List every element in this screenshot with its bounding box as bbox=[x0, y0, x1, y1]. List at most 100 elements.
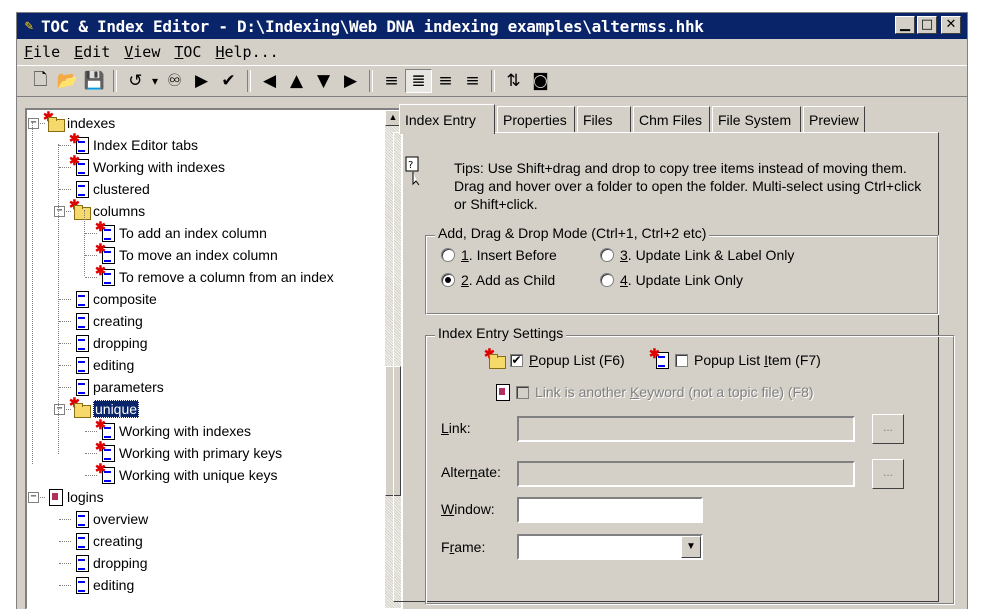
link-keyword-checkbox: Link is another Keyword (not a topic fil… bbox=[494, 383, 814, 402]
tree-item[interactable]: parameters bbox=[73, 376, 164, 398]
insert-before-icon[interactable]: ≡ bbox=[378, 69, 405, 93]
tree-expander-icon[interactable]: − bbox=[54, 206, 65, 217]
link-label: Link: bbox=[441, 420, 471, 436]
window-field[interactable] bbox=[517, 497, 703, 523]
radio-button[interactable] bbox=[600, 273, 614, 287]
tree-item-label: creating bbox=[93, 313, 143, 329]
tab-files[interactable]: Files bbox=[577, 106, 631, 132]
radio-label: . Update Link Only bbox=[627, 272, 743, 288]
radio-label: . Add as Child bbox=[468, 272, 556, 288]
tree-item[interactable]: composite bbox=[73, 288, 157, 310]
topic-page-icon: ✱ bbox=[95, 220, 115, 242]
run-icon[interactable]: ▶ bbox=[188, 69, 215, 93]
tree-expander-icon[interactable]: − bbox=[28, 492, 39, 503]
menu-edit[interactable]: Edit bbox=[67, 43, 117, 61]
tree-item[interactable]: ✱ To add an index column bbox=[95, 220, 267, 244]
tab-properties[interactable]: Properties bbox=[497, 106, 575, 132]
popup-list-checkbox[interactable]: ✱ ✔ Popup List (F6) bbox=[484, 347, 625, 370]
menu-toc[interactable]: TOC bbox=[167, 43, 208, 61]
topic-page-icon bbox=[73, 378, 89, 396]
mode-radio-4[interactable]: 4. Update Link Only bbox=[600, 272, 743, 288]
link-keyword-check bbox=[516, 385, 529, 399]
popup-folder-icon: ✱ bbox=[484, 347, 506, 370]
close-button[interactable]: ✕ bbox=[941, 16, 961, 34]
move-down-icon[interactable]: ▼ bbox=[310, 69, 337, 93]
popup-list-item-checkbox[interactable]: ✱ Popup List Item (F7) bbox=[649, 347, 821, 370]
tree-guide-line bbox=[59, 189, 71, 190]
tree-item[interactable]: creating bbox=[73, 310, 143, 332]
mode-radio-3[interactable]: 3. Update Link & Label Only bbox=[600, 247, 794, 263]
toc-tree[interactable]: − ✱ indexes ✱ Index Editor tabs ✱ Working with… bbox=[25, 108, 403, 609]
popup-list-item-check[interactable] bbox=[675, 353, 688, 367]
update-link-icon[interactable]: ≡ bbox=[459, 69, 486, 93]
open-icon[interactable]: 📂 bbox=[54, 69, 81, 93]
tree-item[interactable]: ✱ Working with primary keys bbox=[95, 440, 282, 464]
tree-item[interactable]: dropping bbox=[73, 332, 148, 354]
check-links-icon[interactable]: ✔ bbox=[215, 69, 242, 93]
add-as-child-icon[interactable]: ≣ bbox=[405, 69, 432, 93]
topic-page-icon: ✱ bbox=[95, 440, 115, 462]
minimize-button[interactable]: ▁ bbox=[895, 16, 915, 34]
tree-item[interactable]: ✱ To move an index column bbox=[95, 242, 278, 266]
tree-item[interactable]: editing bbox=[73, 354, 134, 376]
radio-button[interactable] bbox=[600, 248, 614, 262]
tree-item[interactable]: ✱ Working with indexes bbox=[95, 418, 251, 442]
tree-item[interactable]: ✱ Working with indexes bbox=[69, 154, 225, 178]
menu-view[interactable]: View bbox=[117, 43, 167, 61]
undo-dropdown-icon[interactable]: ▾ bbox=[149, 69, 161, 93]
tab-index-entry[interactable]: Index Entry bbox=[399, 104, 495, 134]
find-icon[interactable]: ♾ bbox=[161, 69, 188, 93]
radio-button[interactable] bbox=[441, 248, 455, 262]
tab-preview[interactable]: Preview bbox=[803, 106, 865, 132]
tree-item-label: dropping bbox=[93, 555, 148, 571]
save-icon[interactable]: 💾 bbox=[81, 69, 108, 93]
radio-button[interactable] bbox=[441, 273, 455, 287]
popup-list-check[interactable]: ✔ bbox=[510, 353, 523, 367]
maximize-button[interactable]: □ bbox=[917, 16, 937, 34]
tree-item[interactable]: ✱ Index Editor tabs bbox=[69, 132, 198, 156]
new-star-icon: ✱ bbox=[69, 395, 80, 410]
menu-help[interactable]: Help... bbox=[208, 43, 285, 61]
toolbar: 🗋 📂 💾 ↺ ▾ ♾ ▶ ✔ ◀ ▲ ▼ ▶ ≡ ≣ ≡ ≡ ⇅ ◙ bbox=[17, 65, 967, 97]
move-up-icon[interactable]: ▲ bbox=[283, 69, 310, 93]
mode-radio-2[interactable]: 2. Add as Child bbox=[441, 272, 555, 288]
new-icon[interactable]: 🗋 bbox=[27, 69, 54, 93]
folder-icon: ✱ bbox=[43, 110, 65, 132]
tree-item-label: To remove a column from an index bbox=[119, 269, 334, 285]
tab-chm-files[interactable]: Chm Files bbox=[633, 106, 710, 132]
update-link-label-icon[interactable]: ≡ bbox=[432, 69, 459, 93]
tree-item-label: logins bbox=[67, 489, 104, 505]
alternate-label: Alternate: bbox=[441, 464, 501, 480]
settings-group-label: Index Entry Settings bbox=[435, 325, 567, 341]
properties-icon[interactable]: ◙ bbox=[527, 69, 554, 93]
svg-text:?: ? bbox=[408, 160, 413, 171]
tree-item[interactable]: logins bbox=[47, 486, 104, 508]
tree-item[interactable]: ✱ To remove a column from an index bbox=[95, 264, 334, 288]
chevron-down-icon[interactable]: ▼ bbox=[681, 536, 701, 558]
tree-item[interactable]: ✱ unique bbox=[69, 396, 140, 420]
tree-item-label: editing bbox=[93, 577, 135, 593]
app-icon: ✎ bbox=[24, 18, 34, 34]
sort-icon[interactable]: ⇅ bbox=[500, 69, 527, 93]
tree-item-label: To add an index column bbox=[119, 225, 267, 241]
tab-file-system[interactable]: File System bbox=[712, 106, 801, 132]
tree-item[interactable]: creating bbox=[73, 530, 143, 552]
tree-item[interactable]: overview bbox=[73, 508, 148, 530]
tree-expander-icon[interactable]: − bbox=[54, 404, 65, 415]
undo-icon[interactable]: ↺ bbox=[122, 69, 149, 93]
move-left-icon[interactable]: ◀ bbox=[256, 69, 283, 93]
title-bar[interactable]: ✎ TOC & Index Editor - D:\Indexing\Web D… bbox=[17, 13, 967, 39]
tree-item[interactable]: editing bbox=[73, 574, 134, 596]
menu-file[interactable]: File bbox=[17, 43, 67, 61]
tree-item[interactable]: ✱ indexes bbox=[43, 110, 115, 134]
tree-item[interactable]: dropping bbox=[73, 552, 148, 574]
mode-radio-1[interactable]: 1. Insert Before bbox=[441, 247, 557, 263]
menu-bar: File Edit View TOC Help... bbox=[17, 40, 967, 64]
tree-guide-line bbox=[32, 122, 33, 464]
move-right-icon[interactable]: ▶ bbox=[337, 69, 364, 93]
tree-expander-icon[interactable]: − bbox=[28, 118, 39, 129]
tree-item[interactable]: clustered bbox=[73, 178, 150, 200]
tree-item[interactable]: ✱ Working with unique keys bbox=[95, 462, 277, 486]
tree-item-label: editing bbox=[93, 357, 135, 373]
frame-select[interactable]: ▼ bbox=[517, 534, 703, 560]
